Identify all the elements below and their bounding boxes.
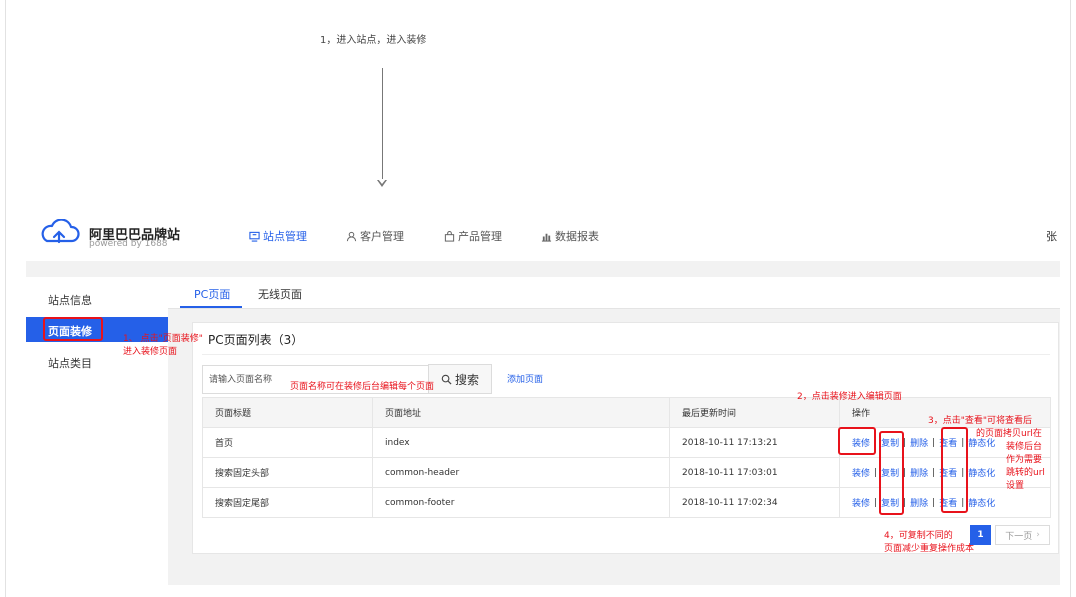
- cell-address: index: [372, 427, 670, 458]
- annotation-highlight-box: [43, 317, 103, 341]
- decorate-link[interactable]: 装修: [852, 496, 870, 509]
- cell-title: 搜索固定头部: [202, 457, 373, 488]
- brand-subtitle: powered by 1688: [89, 239, 168, 249]
- cell-updated: 2018-10-11 17:03:01: [669, 457, 840, 488]
- nav-label: 数据报表: [555, 230, 599, 243]
- delete-link[interactable]: 删除: [910, 466, 928, 479]
- decorate-link[interactable]: 装修: [852, 466, 870, 479]
- active-tab-indicator: [180, 306, 242, 308]
- delete-link[interactable]: 删除: [910, 496, 928, 509]
- pagination-next-button[interactable]: 下一页 ›: [995, 525, 1050, 545]
- nav-label: 站点管理: [263, 230, 307, 243]
- search-icon: [441, 374, 452, 385]
- separator: |: [932, 437, 936, 448]
- sidebar-item-site-category[interactable]: 站点类目: [48, 355, 92, 371]
- annotation-step3-line1: 3，点击"查看"可将查看后: [928, 416, 1033, 426]
- divider: [202, 354, 1050, 355]
- monitor-icon: [249, 231, 260, 242]
- annotation-highlight-box: [879, 431, 904, 515]
- table-row: 搜索固定头部 common-header 2018-10-11 17:03:01…: [202, 457, 1051, 488]
- annotation-step4-line1: 4，可复制不同的: [884, 531, 953, 541]
- annotation-name-note: 页面名称可在装修后台编辑每个页面: [290, 382, 435, 392]
- annotation-step4-line2: 页面减少重复操作成本: [884, 544, 975, 554]
- annotation-step2: 2，点击装修进入编辑页面: [797, 392, 902, 402]
- bar-chart-icon: [541, 233, 552, 242]
- nav-label: 客户管理: [360, 230, 404, 243]
- annotation-step3-line5: 跳转的url: [1006, 468, 1045, 478]
- chevron-right-icon: ›: [1036, 530, 1040, 540]
- column-header: 页面标题: [202, 397, 373, 428]
- nav-customer-management[interactable]: 客户管理: [346, 228, 404, 244]
- down-arrow-icon: [377, 179, 387, 187]
- table-header-row: 页面标题 页面地址 最后更新时间 操作: [202, 397, 1051, 428]
- column-header: 页面地址: [372, 397, 670, 428]
- frame-right-border: [1070, 0, 1071, 597]
- search-button-label: 搜索: [454, 372, 479, 387]
- bag-icon: [444, 230, 455, 242]
- nav-site-management[interactable]: 站点管理: [249, 228, 307, 244]
- tab-pc-pages[interactable]: PC页面: [194, 286, 230, 302]
- cell-address: common-header: [372, 457, 670, 488]
- search-button[interactable]: 搜索: [428, 364, 492, 394]
- separator: |: [932, 467, 936, 478]
- separator: |: [874, 467, 878, 478]
- annotation-step3-line4: 作为需要: [1006, 455, 1043, 465]
- delete-link[interactable]: 删除: [910, 436, 928, 449]
- staticize-link[interactable]: 静态化: [968, 466, 995, 479]
- cell-address: common-footer: [372, 487, 670, 518]
- add-page-link[interactable]: 添加页面: [507, 372, 543, 385]
- annotation-step3-line2: 的页面拷贝url在: [976, 429, 1042, 439]
- cloud-logo-icon: [41, 219, 80, 244]
- nav-label: 产品管理: [458, 230, 502, 243]
- pagination-current-page[interactable]: 1: [970, 525, 991, 545]
- cell-title: 搜索固定尾部: [202, 487, 373, 518]
- user-name[interactable]: 张: [1046, 228, 1057, 244]
- separator: |: [874, 497, 878, 508]
- separator: |: [932, 497, 936, 508]
- user-icon: [346, 231, 357, 241]
- annotation-highlight-box: [838, 427, 876, 455]
- cell-title: 首页: [202, 427, 373, 458]
- sidebar-item-site-info[interactable]: 站点信息: [48, 292, 92, 308]
- nav-data-reports[interactable]: 数据报表: [541, 228, 599, 244]
- cell-updated: 2018-10-11 17:13:21: [669, 427, 840, 458]
- annotation-step3-line3: 装修后台: [1006, 442, 1043, 452]
- cell-updated: 2018-10-11 17:02:34: [669, 487, 840, 518]
- down-arrow-line: [382, 68, 383, 184]
- tab-mobile-pages[interactable]: 无线页面: [258, 286, 302, 302]
- next-label: 下一页: [1005, 531, 1033, 542]
- annotation-step1-line2: 进入装修页面: [123, 347, 178, 357]
- table-row: 搜索固定尾部 common-footer 2018-10-11 17:02:34…: [202, 487, 1051, 518]
- staticize-link[interactable]: 静态化: [968, 496, 995, 509]
- annotation-step3-line6: 设置: [1006, 481, 1025, 491]
- nav-product-management[interactable]: 产品管理: [444, 228, 502, 244]
- page-list-title: PC页面列表（3）: [208, 333, 304, 347]
- frame-left-border: [5, 0, 6, 597]
- annotation-step1-line1: 1、 点击"页面装修": [123, 334, 203, 344]
- step1-caption: 1，进入站点，进入装修: [320, 35, 427, 46]
- annotation-highlight-box: [941, 427, 968, 513]
- page-table: 页面标题 页面地址 最后更新时间 操作 首页 index 2018-10-11 …: [202, 397, 1051, 518]
- table-row: 首页 index 2018-10-11 17:13:21 装修 | 复制 | 删除 |…: [202, 427, 1051, 458]
